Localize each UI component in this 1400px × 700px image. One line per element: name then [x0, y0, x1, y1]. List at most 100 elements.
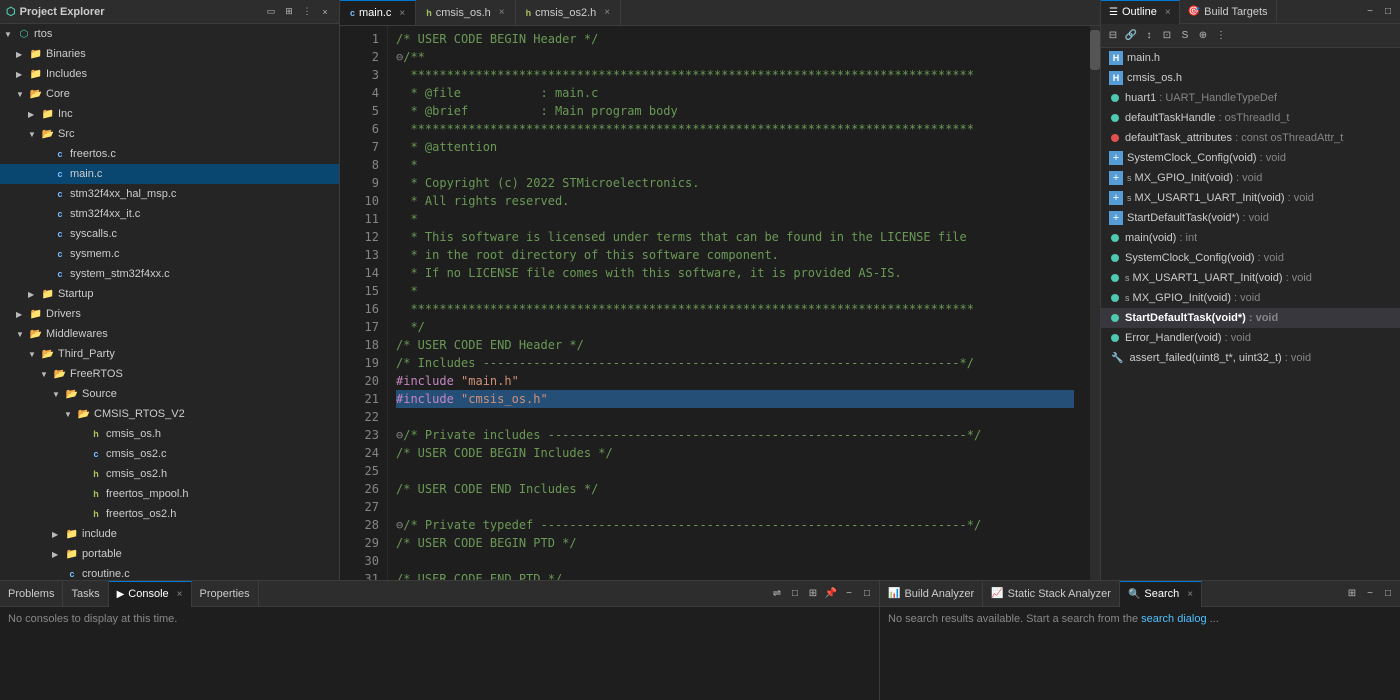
outline-item-main-h[interactable]: H main.h [1101, 48, 1400, 68]
scrollbar-thumb[interactable] [1090, 30, 1100, 70]
tree-item-middlewares[interactable]: ▼ 📂 Middlewares [0, 324, 339, 344]
tree-item-source[interactable]: ▼ 📂 Source [0, 384, 339, 404]
outline-item-start-task[interactable]: + StartDefaultTask(void*) : void [1101, 208, 1400, 228]
tree-item-third-party[interactable]: ▼ 📂 Third_Party [0, 344, 339, 364]
tab-build-analyzer[interactable]: 📊 Build Analyzer [880, 581, 983, 607]
tab-tasks[interactable]: Tasks [63, 581, 108, 607]
outline-item-huart1[interactable]: huart1 : UART_HandleTypeDef [1101, 88, 1400, 108]
tree-item-rtos[interactable]: ▼ ⬡ rtos [0, 24, 339, 44]
outline-close-icon[interactable]: × [1165, 7, 1171, 18]
code-line-30 [396, 552, 1074, 570]
minimize-right-button[interactable]: − [1362, 4, 1378, 20]
search-close-icon[interactable]: × [1187, 589, 1193, 600]
plus-icon-start-task: + [1109, 211, 1123, 225]
link-with-editor-icon[interactable]: 🔗 [1123, 28, 1139, 44]
tab-search[interactable]: 🔍 Search × [1120, 581, 1202, 607]
console-maximize-icon[interactable]: □ [859, 586, 875, 602]
tab-static-stack[interactable]: 📈 Static Stack Analyzer [983, 581, 1120, 607]
console-action-1[interactable]: ⇌ [769, 586, 785, 602]
tab-console[interactable]: ▶ Console × [109, 581, 192, 607]
tree-item-freertos-os2[interactable]: h freertos_os2.h [0, 504, 339, 524]
tree-label-cmsis-os-h: cmsis_os.h [106, 428, 161, 440]
outline-item-assert-failed[interactable]: 🔧 assert_failed(uint8_t*, uint32_t) : vo… [1101, 348, 1400, 368]
tree-item-core[interactable]: ▼ 📂 Core [0, 84, 339, 104]
tree-item-portable[interactable]: ▶ 📁 portable [0, 544, 339, 564]
tab-problems[interactable]: Problems [0, 581, 63, 607]
tab-build-targets[interactable]: 🎯 Build Targets [1180, 0, 1277, 24]
tab-properties[interactable]: Properties [192, 581, 259, 607]
more-outline-icon[interactable]: ⋮ [1213, 28, 1229, 44]
outline-item-task-attr[interactable]: defaultTask_attributes : const osThreadA… [1101, 128, 1400, 148]
search-action-1[interactable]: ⊞ [1344, 586, 1360, 602]
tab-cmsis-os2-h[interactable]: h cmsis_os2.h × [516, 0, 621, 26]
tree-item-main-c[interactable]: c main.c [0, 164, 339, 184]
outline-item-error-handler[interactable]: Error_Handler(void) : void [1101, 328, 1400, 348]
tree-item-hal-msp[interactable]: c stm32f4xx_hal_msp.c [0, 184, 339, 204]
tree-item-cmsis-rtos[interactable]: ▼ 📂 CMSIS_RTOS_V2 [0, 404, 339, 424]
maximize-right-button[interactable]: □ [1380, 4, 1396, 20]
outline-item-usart[interactable]: + s MX_USART1_UART_Init(void) : void [1101, 188, 1400, 208]
outline-item-usart2[interactable]: s MX_USART1_UART_Init(void) : void [1101, 268, 1400, 288]
hide-fields-icon[interactable]: ⊡ [1159, 28, 1175, 44]
outline-item-gpio2[interactable]: s MX_GPIO_Init(void) : void [1101, 288, 1400, 308]
console-minimize-icon[interactable]: − [841, 586, 857, 602]
tasks-tab-label: Tasks [71, 588, 99, 600]
tree-item-sysmem[interactable]: c sysmem.c [0, 244, 339, 264]
outline-item-main[interactable]: main(void) : int [1101, 228, 1400, 248]
code-line-15: * [396, 282, 1074, 300]
tree-item-inc[interactable]: ▶ 📁 Inc [0, 104, 339, 124]
search-dialog-link[interactable]: search dialog [1141, 613, 1206, 625]
tree-label-inc: Inc [58, 108, 73, 120]
tab-close-cmsis-os[interactable]: × [499, 7, 505, 18]
tree-item-includes[interactable]: ▶ 📁 Includes [0, 64, 339, 84]
tree-item-syscalls[interactable]: c syscalls.c [0, 224, 339, 244]
filter-panel-button[interactable]: ⊞ [281, 4, 297, 20]
tree-item-src[interactable]: ▼ 📂 Src [0, 124, 339, 144]
tab-main-c[interactable]: c main.c × [340, 0, 416, 26]
tree-item-startup[interactable]: ▶ 📁 Startup [0, 284, 339, 304]
collapse-all-icon[interactable]: ⊟ [1105, 28, 1121, 44]
search-minimize-icon[interactable]: − [1362, 586, 1378, 602]
code-line-5: * @brief : Main program body [396, 102, 1074, 120]
outline-item-start-task2[interactable]: StartDefaultTask(void*) : void [1101, 308, 1400, 328]
tree-item-croutine[interactable]: c croutine.c [0, 564, 339, 580]
sort-icon[interactable]: ↕ [1141, 28, 1157, 44]
code-line-6: ****************************************… [396, 120, 1074, 138]
tree-item-it[interactable]: c stm32f4xx_it.c [0, 204, 339, 224]
hide-static-icon[interactable]: S [1177, 28, 1193, 44]
tree-item-cmsis-os-h[interactable]: h cmsis_os.h [0, 424, 339, 444]
editor-scrollbar[interactable] [1090, 26, 1100, 580]
console-action-3[interactable]: ⊞ [805, 586, 821, 602]
code-editor[interactable]: /* USER CODE BEGIN Header */ ⊖/** ******… [388, 26, 1082, 580]
console-close-icon[interactable]: × [177, 589, 183, 600]
outline-item-task-handle[interactable]: defaultTaskHandle : osThreadId_t [1101, 108, 1400, 128]
circle-blue-error [1111, 334, 1119, 342]
tree-item-binaries[interactable]: ▶ 📁 Binaries [0, 44, 339, 64]
outline-item-cmsis-os-h[interactable]: H cmsis_os.h [1101, 68, 1400, 88]
tree-label-hal-msp: stm32f4xx_hal_msp.c [70, 188, 176, 200]
more-panel-button[interactable]: ⋮ [299, 4, 315, 20]
tree-item-drivers[interactable]: ▶ 📁 Drivers [0, 304, 339, 324]
tab-close-main[interactable]: × [399, 8, 405, 19]
minimize-panel-button[interactable]: ▭ [263, 4, 279, 20]
tree-item-include[interactable]: ▶ 📁 include [0, 524, 339, 544]
tree-item-system[interactable]: c system_stm32f4xx.c [0, 264, 339, 284]
tab-outline[interactable]: ☰ Outline × [1101, 0, 1180, 24]
tab-cmsis-os-h[interactable]: h cmsis_os.h × [416, 0, 515, 26]
tree-item-freertos-mpool[interactable]: h freertos_mpool.h [0, 484, 339, 504]
outline-item-sysclock2[interactable]: SystemClock_Config(void) : void [1101, 248, 1400, 268]
bottom-left-tabs: Problems Tasks ▶ Console × Properties ⇌ … [0, 581, 879, 607]
tree-item-freertos-c[interactable]: c freertos.c [0, 144, 339, 164]
outline-item-sysclock[interactable]: + SystemClock_Config(void) : void [1101, 148, 1400, 168]
tree-item-cmsis-os2-c[interactable]: c cmsis_os2.c [0, 444, 339, 464]
tab-close-cmsis-os2[interactable]: × [604, 7, 610, 18]
tree-item-cmsis-os2-h[interactable]: h cmsis_os2.h [0, 464, 339, 484]
code-line-16: ****************************************… [396, 300, 1074, 318]
tree-item-freertos[interactable]: ▼ 📂 FreeRTOS [0, 364, 339, 384]
hide-nonpublic-icon[interactable]: ⊕ [1195, 28, 1211, 44]
close-panel-button[interactable]: × [317, 4, 333, 20]
outline-item-gpio[interactable]: + s MX_GPIO_Init(void) : void [1101, 168, 1400, 188]
console-action-2[interactable]: □ [787, 586, 803, 602]
console-pin-icon[interactable]: 📌 [823, 586, 839, 602]
search-maximize-icon[interactable]: □ [1380, 586, 1396, 602]
